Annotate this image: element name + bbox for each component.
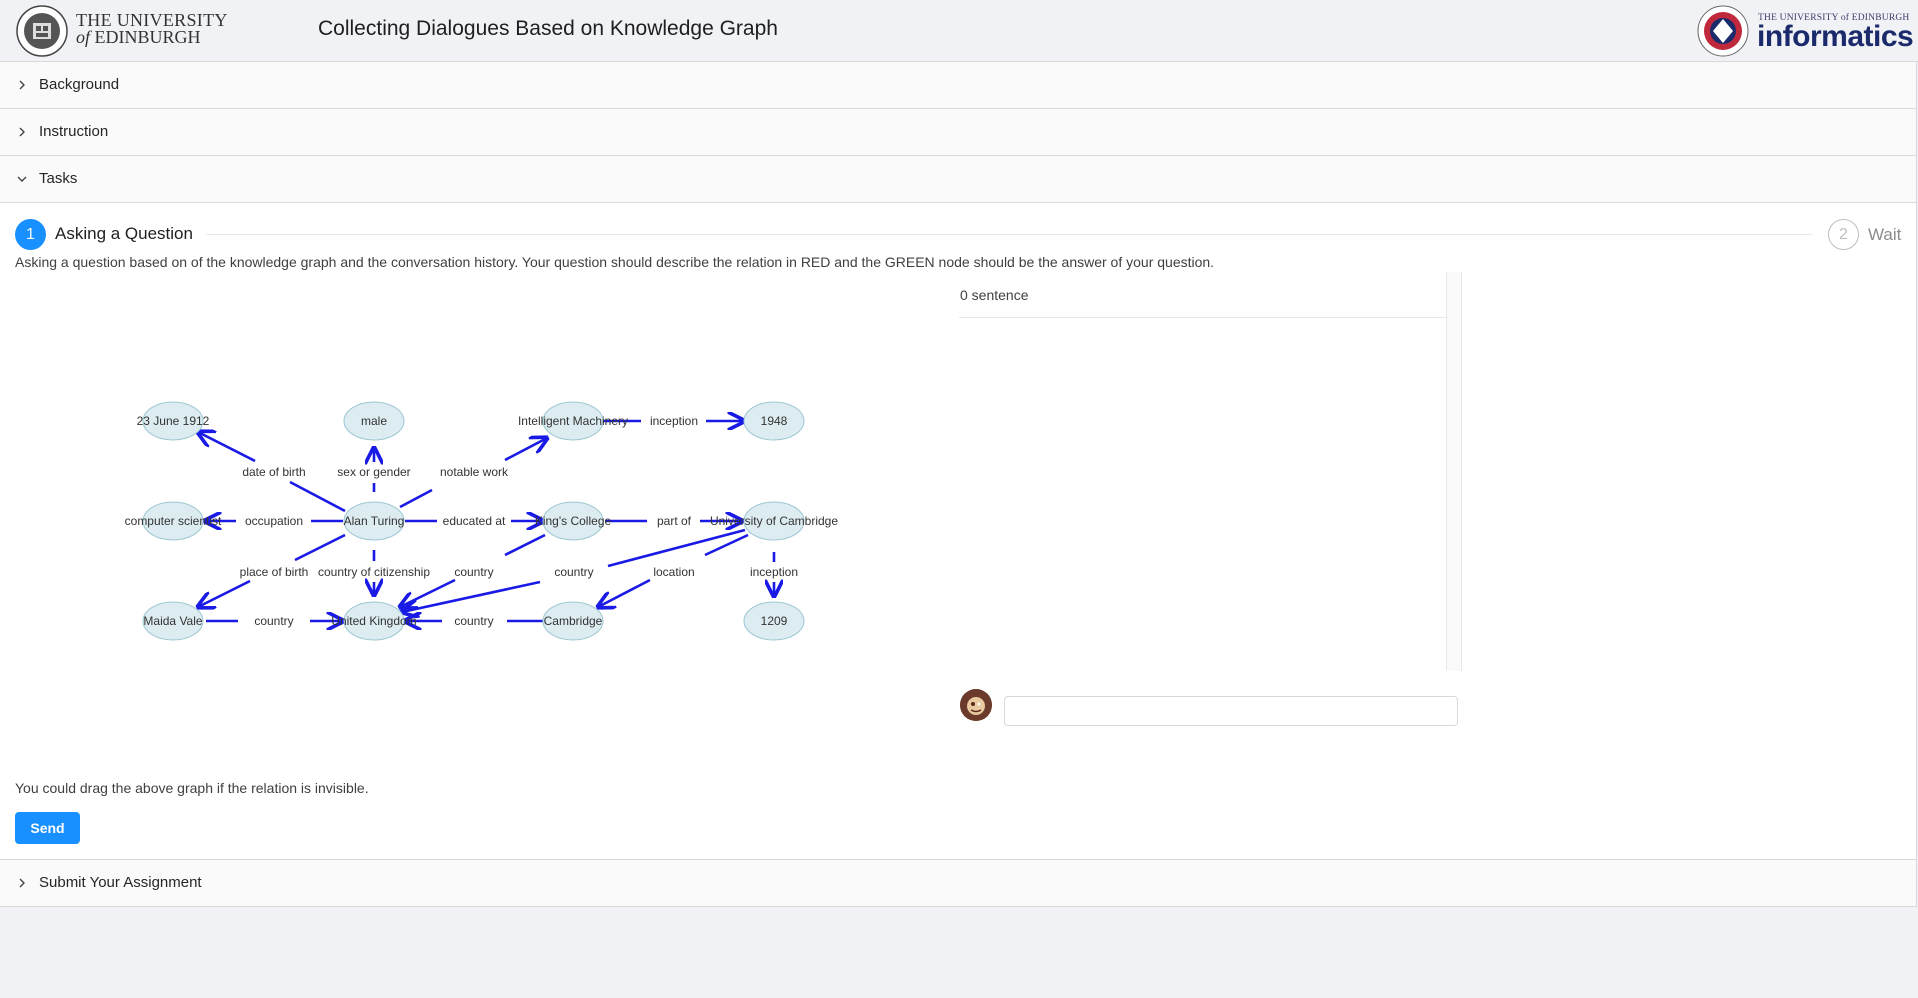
node-label: Maida Vale bbox=[143, 614, 202, 628]
edge-label: location bbox=[653, 565, 694, 579]
top-header: THE UNIVERSITY of EDINBURGH Collecting D… bbox=[0, 0, 1918, 62]
node-label: 1209 bbox=[761, 614, 788, 628]
chevron-right-icon bbox=[19, 80, 25, 90]
node-label: 23 June 1912 bbox=[137, 414, 210, 428]
knowledge-graph[interactable]: 23 June 1912 male Intelligent Machinery … bbox=[110, 385, 850, 655]
user-avatar bbox=[960, 689, 992, 721]
conversation-history bbox=[959, 272, 1445, 670]
edge-label: country bbox=[254, 614, 293, 628]
panel-background-label: Background bbox=[39, 76, 120, 93]
node-label: male bbox=[361, 414, 387, 428]
edge-line bbox=[289, 480, 346, 513]
edge-label: inception bbox=[750, 565, 798, 579]
university-wordmark: THE UNIVERSITY of EDINBURGH bbox=[76, 10, 228, 47]
panel-instruction-label: Instruction bbox=[39, 123, 109, 140]
step-1-title: Asking a Question bbox=[55, 224, 193, 243]
chat-scrollbar[interactable] bbox=[1446, 272, 1462, 671]
step-1-indicator: 1 bbox=[15, 219, 46, 250]
send-button[interactable]: Send bbox=[15, 812, 80, 844]
node-label: King's College bbox=[535, 514, 612, 528]
edge-label: part of bbox=[657, 514, 692, 528]
node-label: United Kingdom bbox=[331, 614, 416, 628]
edge-line bbox=[607, 528, 746, 568]
edge-label: notable work bbox=[440, 465, 509, 479]
edge-line bbox=[198, 432, 256, 463]
drag-hint-text: You could drag the above graph if the re… bbox=[15, 780, 369, 796]
edge-label: country bbox=[454, 614, 493, 628]
edge-label: sex or gender bbox=[337, 465, 410, 479]
node-label: University of Cambridge bbox=[710, 514, 838, 528]
edge-line bbox=[198, 579, 251, 607]
edge-label: place of birth bbox=[240, 565, 309, 579]
node-label: Intelligent Machinery bbox=[518, 414, 628, 428]
steps-divider bbox=[206, 234, 1812, 235]
chevron-right-icon bbox=[19, 878, 25, 888]
edge-line bbox=[399, 488, 433, 509]
node-label: 1948 bbox=[761, 414, 788, 428]
avatar-icon bbox=[960, 689, 992, 721]
edge-line bbox=[504, 533, 546, 557]
sentence-count: 0 sentence bbox=[960, 287, 1029, 303]
node-label: Alan Turing bbox=[344, 514, 405, 528]
panel-submit[interactable]: Submit Your Assignment bbox=[0, 860, 1917, 907]
edge-label: date of birth bbox=[242, 465, 305, 479]
edge-line bbox=[294, 533, 346, 562]
step-2-indicator: 2 bbox=[1828, 219, 1859, 250]
informatics-crest-icon bbox=[1697, 5, 1749, 57]
panel-background[interactable]: Background bbox=[0, 62, 1917, 109]
chevron-right-icon bbox=[19, 127, 25, 137]
panel-tasks[interactable]: Tasks bbox=[0, 156, 1917, 203]
task-instruction-text: Asking a question based on of the knowle… bbox=[15, 254, 1215, 270]
node-label: computer scientist bbox=[125, 514, 222, 528]
step-2-title: Wait bbox=[1868, 225, 1902, 244]
chat-divider bbox=[959, 317, 1446, 318]
node-label: Cambridge bbox=[544, 614, 603, 628]
university-crest-icon bbox=[16, 5, 68, 57]
edge-label: country bbox=[554, 565, 593, 579]
edge-label: educated at bbox=[443, 514, 506, 528]
edge-label: occupation bbox=[245, 514, 303, 528]
panel-tasks-label: Tasks bbox=[39, 170, 78, 187]
panel-instruction[interactable]: Instruction bbox=[0, 109, 1917, 156]
edge-line bbox=[504, 438, 547, 462]
chevron-down-icon bbox=[17, 176, 27, 182]
informatics-wordmark: informatics bbox=[1757, 20, 1914, 53]
page-title: Collecting Dialogues Based on Knowledge … bbox=[318, 17, 778, 40]
message-input[interactable] bbox=[1004, 696, 1458, 726]
panel-submit-label: Submit Your Assignment bbox=[39, 874, 202, 891]
edge-label: country of citizenship bbox=[318, 565, 430, 579]
edge-label: inception bbox=[650, 414, 698, 428]
edge-label: country bbox=[454, 565, 493, 579]
edge-line bbox=[598, 578, 651, 607]
